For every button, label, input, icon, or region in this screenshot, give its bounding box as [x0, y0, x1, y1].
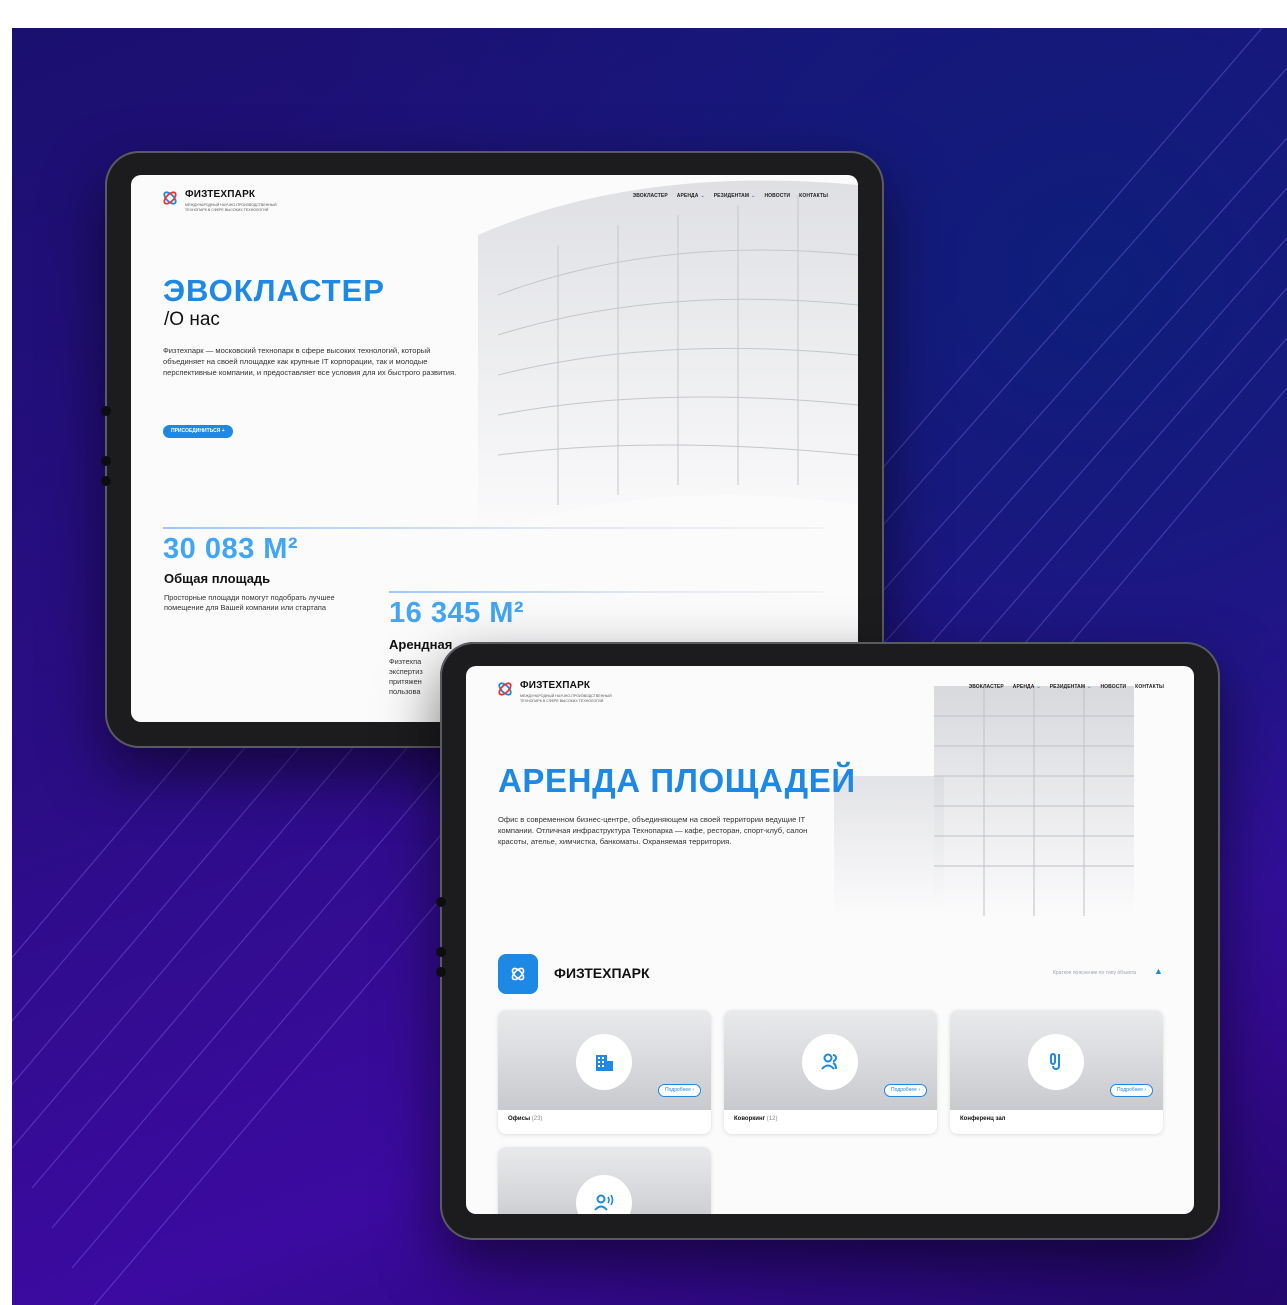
card-fourth[interactable]	[498, 1147, 711, 1214]
chevron-down-icon: ⌄	[1087, 684, 1092, 690]
page-subtitle: /О нас	[164, 309, 220, 330]
microphone-icon	[1028, 1034, 1084, 1090]
more-button[interactable]: Подробнее ›	[1110, 1084, 1153, 1097]
intro-text: Физтехпарк — московский технопарк в сфер…	[163, 346, 457, 377]
chevron-up-icon[interactable]: ▲	[1154, 966, 1164, 976]
card-name: Офисы (23)	[508, 1116, 542, 1122]
logo[interactable]: ФИЗТЕХПАРК МЕЖДУНАРОДНЫЙ НАУЧНО-ПРОИЗВОД…	[496, 680, 630, 703]
logo-subtitle: МЕЖДУНАРОДНЫЙ НАУЧНО-ПРОИЗВОДСТВЕННЫЙ ТЕ…	[185, 203, 277, 212]
page-title: АРЕНДА ПЛОЩАДЕЙ	[498, 762, 856, 799]
tablet-button	[436, 947, 446, 957]
chevron-down-icon: ⌄	[700, 193, 705, 199]
card-name: Коворкинг (12)	[734, 1116, 777, 1122]
stat-rent-area-value: 16 345 М²	[389, 597, 525, 629]
nav-item-news[interactable]: НОВОСТИ	[764, 193, 790, 199]
nav-item-label: АРЕНДА	[1012, 684, 1035, 690]
card-coworking[interactable]: Подробнее › Коворкинг (12)	[724, 1010, 937, 1134]
tablet-button	[101, 476, 111, 486]
main-nav: ЭВОКЛАСТЕР АРЕНДА ⌄ РЕЗИДЕНТАМ ⌄ НОВОСТИ К…	[969, 684, 1164, 690]
nav-item-contacts[interactable]: КОНТАКТЫ	[799, 193, 828, 199]
tablet-button	[101, 456, 111, 466]
logo-mark-icon	[498, 682, 512, 696]
screen-rent-page: ФИЗТЕХПАРК МЕЖДУНАРОДНЫЙ НАУЧНО-ПРОИЗВОД…	[466, 666, 1194, 1214]
card-name: Конференц зал	[960, 1116, 1006, 1122]
stat-divider	[163, 527, 823, 529]
card-count: (12)	[766, 1116, 778, 1122]
card-title: Конференц зал	[960, 1116, 1006, 1122]
page-title: ЭВОКЛАСТЕР	[163, 273, 385, 308]
logo-name: ФИЗТЕХПАРК	[520, 680, 591, 691]
main-nav: ЭВОКЛАСТЕР АРЕНДА ⌄ РЕЗИДЕНТАМ ⌄ НОВОСТИ К…	[633, 193, 828, 199]
nav-item-label: РЕЗИДЕНТАМ	[1049, 684, 1086, 690]
section-logo-icon	[498, 954, 538, 994]
section-title: ФИЗТЕХПАРК	[554, 965, 650, 981]
site-header: ФИЗТЕХПАРК МЕЖДУНАРОДНЫЙ НАУЧНО-ПРОИЗВОД…	[496, 680, 1164, 720]
logo-mark-icon	[163, 191, 177, 205]
people-icon	[802, 1034, 858, 1090]
logo-subtitle: МЕЖДУНАРОДНЫЙ НАУЧНО-ПРОИЗВОДСТВЕННЫЙ ТЕ…	[520, 694, 612, 703]
nav-item-label: РЕЗИДЕНТАМ	[713, 193, 750, 199]
nav-item-rent[interactable]: АРЕНДА ⌄	[1013, 684, 1041, 690]
nav-item-residents[interactable]: РЕЗИДЕНТАМ ⌄	[1050, 684, 1092, 690]
nav-item-news[interactable]: НОВОСТИ	[1100, 684, 1126, 690]
promo-background: ФИЗТЕХПАРК МЕЖДУНАРОДНЫЙ НАУЧНО-ПРОИЗВОД…	[12, 28, 1287, 1305]
join-button[interactable]: ПРИСОЕДИНИТЬСЯ +	[163, 425, 233, 438]
logo[interactable]: ФИЗТЕХПАРК МЕЖДУНАРОДНЫЙ НАУЧНО-ПРОИЗВОД…	[161, 189, 295, 212]
site-header: ФИЗТЕХПАРК МЕЖДУНАРОДНЫЙ НАУЧНО-ПРОИЗВОД…	[161, 189, 828, 229]
nav-item-evocluster[interactable]: ЭВОКЛАСТЕР	[633, 193, 668, 199]
building-backdrop	[478, 180, 858, 536]
nav-item-evocluster[interactable]: ЭВОКЛАСТЕР	[969, 684, 1004, 690]
card-title: Коворкинг	[734, 1116, 766, 1122]
logo-name: ФИЗТЕХПАРК	[185, 189, 256, 200]
stat-rent-area-label: Арендная	[389, 637, 453, 652]
building-icon	[576, 1034, 632, 1090]
card-title: Офисы	[508, 1116, 531, 1122]
stat-total-area-desc: Просторные площади помогут подобрать луч…	[164, 593, 335, 612]
nav-item-residents[interactable]: РЕЗИДЕНТАМ ⌄	[714, 193, 756, 199]
intro-text: Офис в современном бизнес-центре, объеди…	[498, 815, 808, 846]
card-offices[interactable]: Подробнее › Офисы (23)	[498, 1010, 711, 1134]
tablet-button	[436, 897, 446, 907]
chevron-down-icon: ⌄	[1036, 684, 1041, 690]
chevron-down-icon: ⌄	[751, 193, 756, 199]
more-button[interactable]: Подробнее ›	[658, 1084, 701, 1097]
stat-total-area-value: 30 083 М²	[163, 533, 299, 565]
nav-item-contacts[interactable]: КОНТАКТЫ	[1135, 684, 1164, 690]
screen-about-page: ФИЗТЕХПАРК МЕЖДУНАРОДНЫЙ НАУЧНО-ПРОИЗВОД…	[131, 175, 858, 722]
nav-item-rent[interactable]: АРЕНДА ⌄	[677, 193, 705, 199]
tablet-rent: ФИЗТЕХПАРК МЕЖДУНАРОДНЫЙ НАУЧНО-ПРОИЗВОД…	[436, 642, 1220, 1240]
section-hint: Краткое пояснение по типу объекта	[1052, 970, 1136, 976]
more-button[interactable]: Подробнее ›	[884, 1084, 927, 1097]
nav-item-label: АРЕНДА	[676, 193, 699, 199]
stat-total-area-label: Общая площадь	[164, 571, 271, 586]
stat-divider	[389, 591, 823, 593]
tablet-button	[101, 406, 111, 416]
tablet-button	[436, 967, 446, 977]
card-conference-hall[interactable]: Подробнее › Конференц зал	[950, 1010, 1163, 1134]
card-count: (23)	[531, 1116, 543, 1122]
